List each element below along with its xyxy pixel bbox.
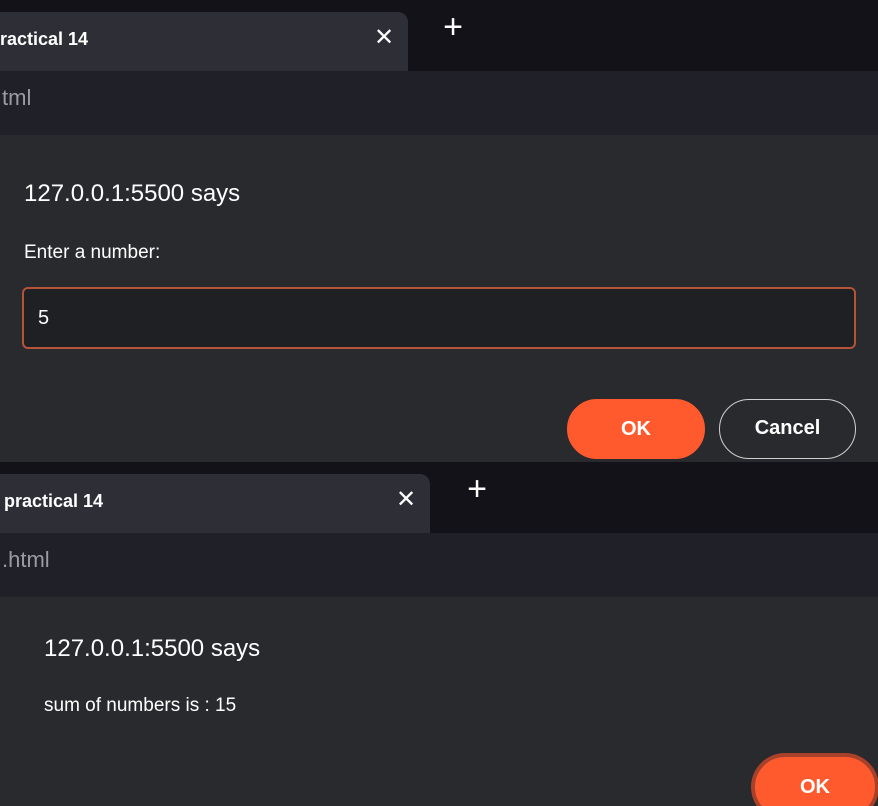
close-tab-icon[interactable]: ✕ — [394, 486, 418, 514]
address-bar[interactable]: tml — [0, 71, 878, 135]
cancel-button[interactable]: Cancel — [719, 399, 856, 459]
url-text: .html — [2, 547, 50, 572]
dialog-message: sum of numbers is : 15 — [44, 695, 237, 716]
new-tab-icon[interactable]: + — [438, 10, 468, 44]
tab-strip: ractical 14 ✕ + — [0, 0, 878, 71]
tab-strip: practical 14 ✕ + — [0, 462, 878, 533]
browser-tab[interactable]: practical 14 ✕ — [0, 474, 430, 533]
address-bar[interactable]: .html — [0, 533, 878, 597]
tab-title: ractical 14 — [0, 29, 89, 49]
dialog-title: 127.0.0.1:5500 says — [44, 635, 261, 662]
number-input[interactable] — [22, 287, 856, 349]
close-tab-icon[interactable]: ✕ — [372, 24, 396, 52]
ok-button[interactable]: OK — [567, 399, 705, 459]
alert-dialog: 127.0.0.1:5500 says sum of numbers is : … — [0, 597, 878, 806]
url-text: tml — [2, 85, 32, 110]
dialog-message: Enter a number: — [24, 242, 161, 263]
dialog-title: 127.0.0.1:5500 says — [24, 180, 241, 207]
ok-button[interactable]: OK — [755, 757, 875, 806]
prompt-dialog: 127.0.0.1:5500 says Enter a number: OK C… — [0, 135, 878, 462]
prompt-dialog-screenshot: ractical 14 ✕ + tml 127.0.0.1:5500 says … — [0, 0, 878, 462]
alert-dialog-screenshot: practical 14 ✕ + .html 127.0.0.1:5500 sa… — [0, 462, 878, 806]
browser-tab[interactable]: ractical 14 ✕ — [0, 12, 408, 71]
tab-title: practical 14 — [4, 491, 104, 511]
new-tab-icon[interactable]: + — [462, 472, 492, 506]
